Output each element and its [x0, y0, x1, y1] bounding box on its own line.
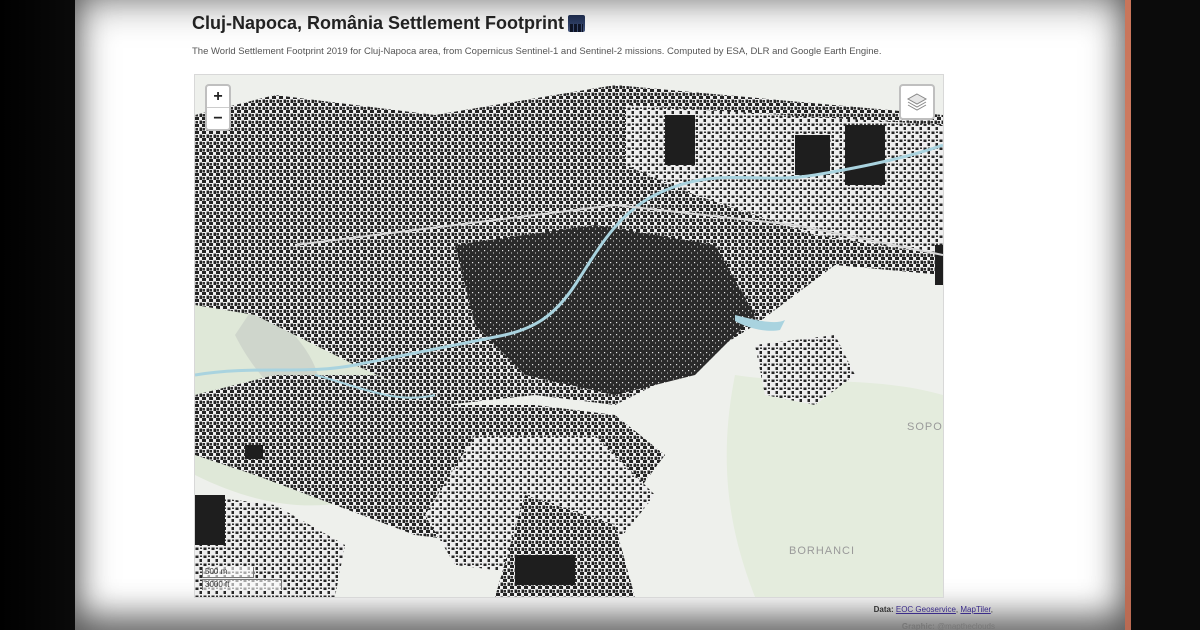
zoom-out-button[interactable]: − — [207, 108, 229, 129]
zoom-control: + − — [205, 84, 231, 131]
graphic-credit: Graphic: @maptheclouds — [902, 622, 995, 630]
place-label-borhanci: BORHANCI — [789, 545, 856, 557]
credit-trailing: , — [990, 605, 993, 614]
layers-icon — [906, 93, 928, 111]
page-title-text: Cluj-Napoca, România Settlement Footprin… — [192, 13, 565, 33]
layers-button[interactable] — [899, 84, 935, 120]
credit-graphic-prefix: Graphic: — [901, 622, 935, 630]
scale-bar: 500 m 3000 ft — [202, 567, 282, 590]
link-eoc-geoservice[interactable]: EOC Geoservice — [896, 605, 956, 614]
dark-frame-right — [1125, 0, 1200, 630]
frame-edge — [1125, 0, 1131, 630]
page-subtitle: The World Settlement Footprint 2019 for … — [192, 46, 882, 57]
map-base-layer — [195, 75, 943, 597]
credit-separator: , — [955, 605, 959, 614]
credit-graphic-author: @maptheclouds — [937, 622, 995, 630]
credit-data-prefix: Data: — [873, 605, 894, 614]
night-city-emoji-icon — [568, 15, 586, 32]
page-card: Cluj-Napoca, România Settlement Footprin… — [75, 0, 1125, 630]
link-maptiler[interactable]: MapTiler — [960, 605, 990, 614]
zoom-in-button[interactable]: + — [207, 86, 229, 108]
dark-frame-left — [0, 0, 75, 630]
settlement-map[interactable]: + − SOPOR BORHANCI 500 m 3000 ft — [194, 74, 944, 598]
page-title: Cluj-Napoca, România Settlement Footprin… — [192, 13, 586, 34]
scale-imperial: 3000 ft — [202, 579, 282, 590]
data-credits: Data: EOC Geoservice, MapTiler, — [874, 605, 993, 614]
scale-metric: 500 m — [202, 567, 254, 578]
place-label-sopor: SOPOR — [907, 421, 943, 433]
